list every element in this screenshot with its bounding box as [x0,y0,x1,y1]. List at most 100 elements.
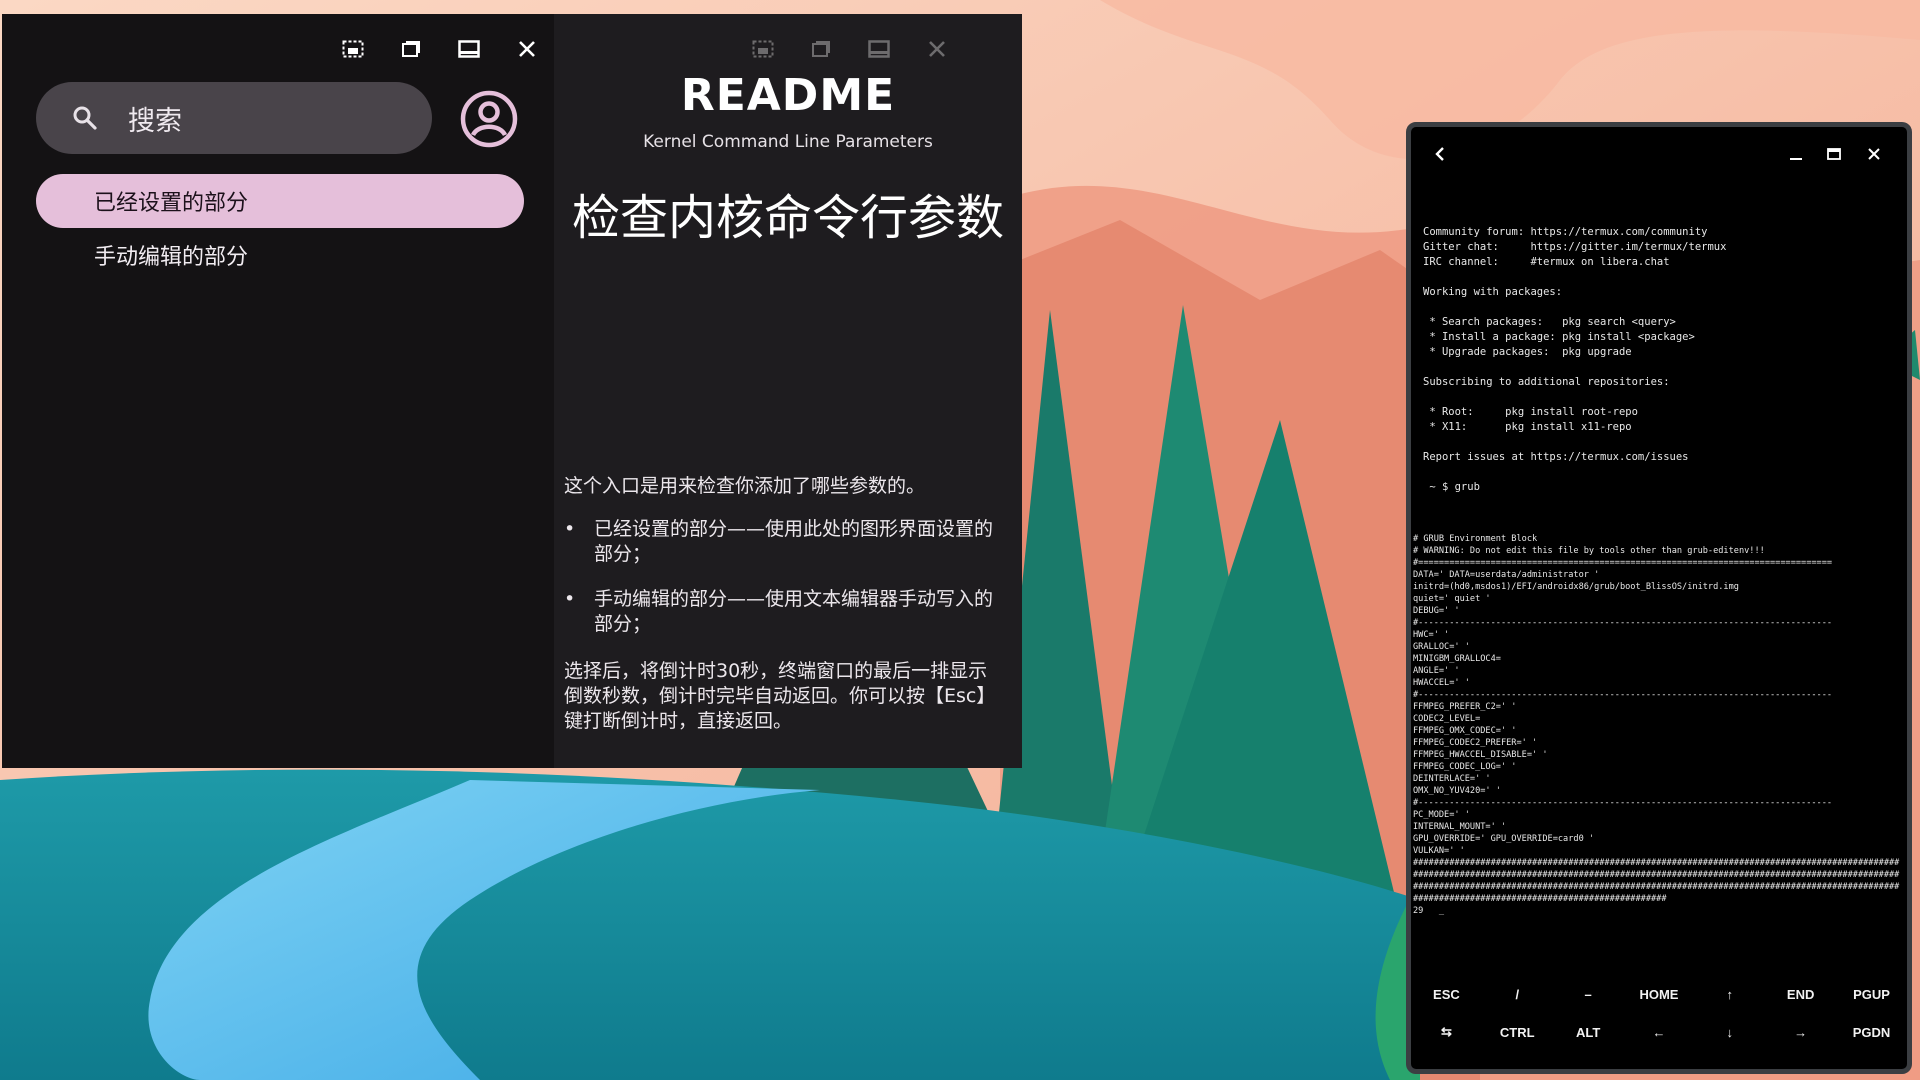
terminal-line: DATA=' DATA=userdata/administrator ' [1413,570,1600,580]
readme-intro: 这个入口是用来检查你添加了哪些参数的。 [564,475,926,497]
terminal-line: GPU_OVERRIDE=' GPU_OVERRIDE=card0 ' [1413,834,1595,844]
window-controls-inactive [746,32,954,66]
terminal-output[interactable]: Community forum: https://termux.com/comm… [1413,187,1903,955]
window-controls [336,32,544,66]
maximize-icon [862,32,896,66]
terminal-line: CODEC2_LEVEL= [1413,714,1481,724]
terminal-line: HWC=' ' [1413,630,1450,640]
extra-key[interactable]: ← [1629,1025,1689,1040]
terminal-line: ANGLE=' ' [1413,666,1460,676]
terminal-line: ########################################… [1413,894,1667,904]
terminal-line: #---------------------------------------… [1413,618,1833,628]
extra-keys-row: ⇆ CTRL ALT ← ↓ → PGDN [1411,1013,1907,1051]
sidebar-item-label: 已经设置的部分 [94,191,249,216]
readme-subtitle: Kernel Command Line Parameters [643,132,933,152]
extra-key[interactable]: ALT [1558,1025,1618,1040]
terminal-line: #=======================================… [1413,558,1833,568]
terminal-line: * Upgrade packages: pkg upgrade [1423,346,1632,358]
readme-heading: 检查内核命令行参数 [571,190,1004,246]
terminal-line: * Install a package: pkg install <packag… [1423,331,1695,343]
terminal-titlebar [1411,139,1907,169]
extra-key[interactable]: – [1558,987,1618,1002]
extra-key[interactable]: END [1771,987,1831,1002]
minimize-icon[interactable] [336,32,370,66]
sidebar-nav: 已经设置的部分 手动编辑的部分 [36,174,524,282]
terminal-line: ~ $ grub [1423,481,1480,493]
account-icon[interactable] [458,88,520,150]
terminal-line: Subscribing to additional repositories: [1423,376,1670,388]
extra-key[interactable]: → [1771,1025,1831,1040]
readme-bullet: 手动编辑的部分——使用文本编辑器手动写入的部分； [564,587,1004,637]
terminal-line: 29 _ [1413,906,1445,916]
terminal-line: FFMPEG_PREFER_C2=' ' [1413,702,1517,712]
readme-bullets: 已经设置的部分——使用此处的图形界面设置的部分； 手动编辑的部分——使用文本编辑… [564,517,1004,637]
terminal-line: ########################################… [1413,882,1900,892]
terminal-line: MINIGBM_GRALLOC4= [1413,654,1501,664]
terminal-line: DEINTERLACE=' ' [1413,774,1491,784]
terminal-line: # GRUB Environment Block [1413,534,1538,544]
minimize-icon [746,32,780,66]
readme-bullet: 已经设置的部分——使用此处的图形界面设置的部分； [564,517,1004,567]
extra-key[interactable]: ⇆ [1416,1024,1476,1040]
terminal-line: HWACCEL=' ' [1413,678,1470,688]
extra-key[interactable]: PGUP [1841,987,1901,1002]
terminal-line: # WARNING: Do not edit this file by tool… [1413,546,1765,556]
restore-icon[interactable] [394,32,428,66]
terminal-line: #---------------------------------------… [1413,798,1833,808]
extra-key[interactable]: HOME [1629,987,1689,1002]
terminal-line: Working with packages: [1423,286,1563,298]
terminal-line: quiet=' quiet ' [1413,594,1491,604]
readme-pane: README Kernel Command Line Parameters 检查… [554,14,1022,768]
settings-sidebar: 搜索 已经设置的部分 手动编辑的部分 [2,14,554,768]
settings-window: 搜索 已经设置的部分 手动编辑的部分 README Kernel Command… [2,14,1022,768]
maximize-icon[interactable] [452,32,486,66]
terminal-line: FFMPEG_CODEC2_PREFER=' ' [1413,738,1538,748]
terminal-line: DEBUG=' ' [1413,606,1460,616]
extra-key[interactable]: PGDN [1841,1025,1901,1040]
extra-key[interactable]: ESC [1416,987,1476,1002]
sidebar-item-label: 手动编辑的部分 [94,245,249,270]
restore-icon [804,32,838,66]
close-icon[interactable] [1859,139,1889,169]
search-icon [72,103,102,133]
readme-title: README [680,70,896,121]
terminal-line: ########################################… [1413,858,1900,868]
terminal-line: Gitter chat: https://gitter.im/termux/te… [1423,241,1727,253]
terminal-line: GRALLOC=' ' [1413,642,1470,652]
terminal-line: ########################################… [1413,870,1900,880]
search-placeholder: 搜索 [128,105,182,137]
terminal-line: VULKAN=' ' [1413,846,1465,856]
readme-body: 这个入口是用来检查你添加了哪些参数的。 已经设置的部分——使用此处的图形界面设置… [564,474,1004,752]
terminal-line: #---------------------------------------… [1413,690,1833,700]
extra-keys-bar: ESC / – HOME ↑ END PGUP ⇆ CTRL ALT ← ↓ → PGDN [1411,975,1907,1051]
back-icon[interactable] [1425,139,1455,169]
sidebar-item-configured[interactable]: 已经设置的部分 [36,174,524,228]
terminal-line: * Search packages: pkg search <query> [1423,316,1676,328]
minimize-icon[interactable] [1781,139,1811,169]
terminal-line: Report issues at https://termux.com/issu… [1423,451,1689,463]
terminal-line: FFMPEG_OMX_CODEC=' ' [1413,726,1517,736]
extra-key[interactable]: CTRL [1487,1025,1547,1040]
readme-outro: 选择后，将倒计时30秒，终端窗口的最后一排显示倒数秒数，倒计时完毕自动返回。你可… [564,660,996,732]
maximize-icon[interactable] [1819,139,1849,169]
extra-key[interactable]: ↓ [1700,1025,1760,1040]
terminal-line: PC_MODE=' ' [1413,810,1470,820]
terminal-line: * Root: pkg install root-repo [1423,406,1638,418]
extra-key[interactable]: / [1487,987,1547,1002]
terminal-line: INTERNAL_MOUNT=' ' [1413,822,1507,832]
terminal-welcome: Community forum: https://termux.com/comm… [1423,225,1903,495]
terminal-line: IRC channel: #termux on libera.chat [1423,256,1670,268]
close-icon[interactable] [510,32,544,66]
search-bar[interactable]: 搜索 [36,82,432,154]
extra-keys-row: ESC / – HOME ↑ END PGUP [1411,975,1907,1013]
sidebar-item-manual[interactable]: 手动编辑的部分 [36,228,524,282]
extra-key[interactable]: ↑ [1700,987,1760,1002]
terminal-line: * X11: pkg install x11-repo [1423,421,1632,433]
terminal-window[interactable]: Community forum: https://termux.com/comm… [1406,122,1912,1074]
